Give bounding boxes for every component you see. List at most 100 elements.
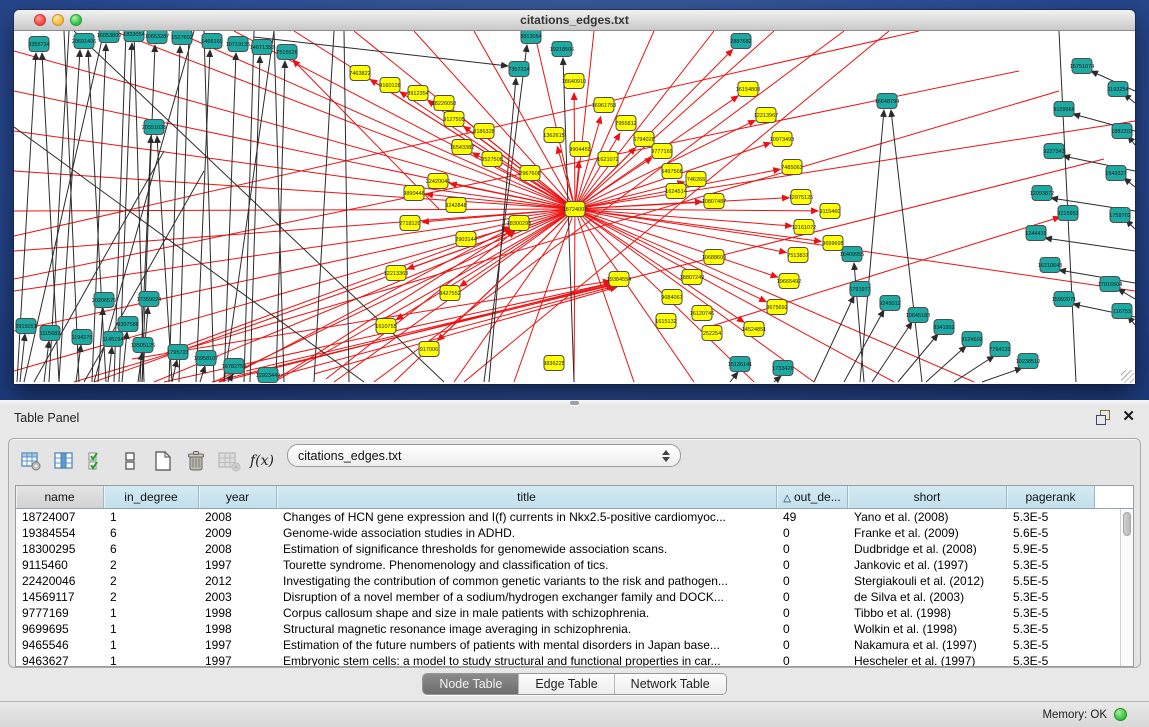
graph-node[interactable]: 9890448 xyxy=(403,186,424,201)
column-header-pagerank[interactable]: pagerank xyxy=(1007,486,1095,508)
graph-node[interactable]: 18724007 xyxy=(563,202,587,217)
graph-node[interactable]: 3915051 xyxy=(15,319,36,334)
graph-node[interactable]: 16210643 xyxy=(1038,258,1062,273)
float-panel-icon[interactable] xyxy=(1096,410,1110,424)
graph-node[interactable]: 116753 xyxy=(1112,304,1132,319)
graph-node[interactable]: 16154808 xyxy=(736,82,760,97)
graph-node[interactable]: 20551038 xyxy=(142,120,166,135)
network-canvas[interactable]: 1872400718300295746382291601288912354182… xyxy=(14,31,1135,384)
graph-node[interactable]: 6497568 xyxy=(661,164,682,179)
graph-node[interactable]: 16961758 xyxy=(592,98,616,113)
graph-node[interactable]: 16120746 xyxy=(690,306,714,321)
graph-node[interactable]: 16053809 xyxy=(97,31,121,43)
window-zoom-button[interactable] xyxy=(70,14,82,26)
graph-node[interactable]: 18807249 xyxy=(680,270,704,285)
table-row[interactable]: 946554611997Estimation of the future num… xyxy=(16,637,1120,653)
graph-node[interactable]: 1244419 xyxy=(1025,226,1046,241)
graph-node[interactable]: 9124502 xyxy=(961,332,982,347)
window-close-button[interactable] xyxy=(34,14,46,26)
graph-node[interactable]: 19384554 xyxy=(607,272,631,287)
graph-node[interactable]: 20691406 xyxy=(72,34,96,49)
graph-node[interactable]: 14524851 xyxy=(742,322,766,337)
graph-node[interactable]: 2967608 xyxy=(519,166,540,181)
graph-node[interactable]: 18226058 xyxy=(432,96,456,111)
table-row[interactable]: 1830029562008Estimation of significance … xyxy=(16,541,1120,557)
graph-node[interactable]: 9115460 xyxy=(819,204,840,219)
new-table-button[interactable] xyxy=(149,447,177,475)
graph-node[interactable]: 8427552 xyxy=(439,286,460,301)
table-settings-button[interactable] xyxy=(17,447,45,475)
graph-node[interactable]: 10807487 xyxy=(702,194,726,209)
graph-node[interactable]: 8186328 xyxy=(473,124,494,139)
graph-node[interactable]: 1549327 xyxy=(1105,166,1126,181)
graph-node[interactable]: 1624514 xyxy=(665,184,686,199)
graph-node[interactable]: 12923449 xyxy=(256,368,280,383)
graph-node[interactable]: 1362615 xyxy=(543,128,564,143)
graph-node[interactable]: 16543382 xyxy=(450,140,474,155)
graph-node[interactable]: 15992071 xyxy=(1052,292,1076,307)
graph-node[interactable]: 12213363 xyxy=(384,266,408,281)
graph-node[interactable]: 9242848 xyxy=(445,198,466,213)
graph-node[interactable]: 9684067 xyxy=(661,290,682,305)
graph-node[interactable]: 9227343 xyxy=(1043,144,1064,159)
graph-node[interactable]: 1621072 xyxy=(597,152,618,167)
table-row[interactable]: 1456911722003Disruption of a novel membe… xyxy=(16,589,1120,605)
graph-node[interactable]: 10719135 xyxy=(226,37,250,52)
select-rows-button[interactable] xyxy=(83,447,111,475)
graph-node[interactable]: 9215953 xyxy=(1057,206,1078,221)
close-panel-icon[interactable]: ✕ xyxy=(1122,410,1135,424)
window-minimize-button[interactable] xyxy=(52,14,64,26)
delete-table-button[interactable] xyxy=(182,447,210,475)
column-header-title[interactable]: title xyxy=(277,486,777,508)
graph-node[interactable]: 10653287 xyxy=(145,31,169,44)
graph-node[interactable]: 12093872 xyxy=(1030,186,1054,201)
graph-node[interactable]: 7794120 xyxy=(989,342,1010,357)
table-row[interactable]: 1872400712008Changes of HCN gene express… xyxy=(16,509,1120,525)
graph-node[interactable]: 10688609 xyxy=(702,250,726,265)
graph-node[interactable]: 12975125 xyxy=(789,190,813,205)
graph-node[interactable]: 6466160 xyxy=(201,34,222,49)
column-header-name[interactable]: name xyxy=(16,486,104,508)
graph-node[interactable]: 7485063 xyxy=(781,160,802,175)
column-header-out_de[interactable]: △out_de... xyxy=(777,486,848,508)
graph-node[interactable]: 20206576 xyxy=(92,293,116,308)
graph-node[interactable]: 19665492 xyxy=(777,274,801,289)
graph-node[interactable]: 10645183 xyxy=(906,308,930,323)
graph-node[interactable]: 8341952 xyxy=(933,320,954,335)
graph-node[interactable]: 7515526 xyxy=(276,45,297,60)
column-header-in_degree[interactable]: in_degree xyxy=(104,486,199,508)
graph-node[interactable]: 16782759 xyxy=(222,359,246,374)
table-row[interactable]: 2242004622012Investigating the contribut… xyxy=(16,573,1120,589)
graph-node[interactable]: 18640910 xyxy=(562,74,586,89)
tab-node-table[interactable]: Node Table xyxy=(423,674,518,694)
select-column-button[interactable] xyxy=(50,447,78,475)
graph-node[interactable]: 252254 xyxy=(702,326,722,341)
graph-node[interactable]: 9675692 xyxy=(766,300,787,315)
graph-node[interactable]: 2903144 xyxy=(455,232,476,247)
column-header-short[interactable]: short xyxy=(848,486,1007,508)
graph-node[interactable]: 9777169 xyxy=(651,144,672,159)
graph-node[interactable]: 22420046 xyxy=(426,174,450,189)
graph-node[interactable]: 9127505 xyxy=(443,112,464,127)
row-height-button[interactable] xyxy=(116,447,144,475)
table-row[interactable]: 946362711997Embryonic stem cells: a mode… xyxy=(16,653,1120,666)
graph-node[interactable]: 1759702 xyxy=(1109,208,1130,223)
graph-node[interactable]: 18300295 xyxy=(507,216,531,231)
graph-node[interactable]: 1833054 xyxy=(123,31,144,42)
graph-node[interactable]: 10973493 xyxy=(770,132,794,147)
table-row[interactable]: 1938455462009Genome-wide association stu… xyxy=(16,525,1120,541)
graph-node[interactable]: 7955812 xyxy=(615,116,636,131)
graph-node[interactable]: 14671358 xyxy=(250,40,274,55)
graph-node[interactable]: 8912354 xyxy=(407,86,428,101)
table-row[interactable]: 977716911998Corpus callosum shape and si… xyxy=(16,605,1120,621)
graph-node[interactable]: 7463822 xyxy=(349,66,370,81)
graph-node[interactable]: 6791977 xyxy=(849,282,870,297)
graph-node[interactable]: 1733426 xyxy=(772,361,793,376)
graph-node[interactable]: 1615132 xyxy=(655,314,676,329)
graph-node[interactable]: 9129966 xyxy=(1053,102,1074,117)
graph-node[interactable]: 9245012 xyxy=(879,296,900,311)
graph-node[interactable]: 10958107 xyxy=(194,351,218,366)
graph-node[interactable]: 1882203 xyxy=(1111,124,1132,139)
graph-node[interactable]: 1795723 xyxy=(167,345,188,360)
graph-node[interactable]: 1527602 xyxy=(171,31,192,45)
